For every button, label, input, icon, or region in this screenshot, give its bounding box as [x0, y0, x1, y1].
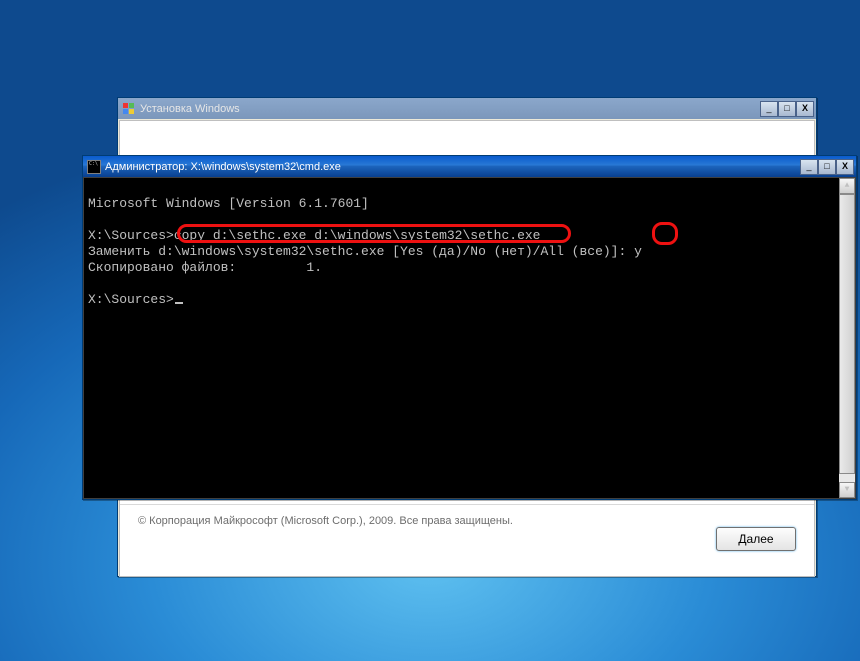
scroll-thumb[interactable]	[839, 194, 855, 474]
minimize-button[interactable]: _	[800, 159, 818, 175]
cmd-replace-question: Заменить d:\windows\system32\sethc.exe […	[88, 244, 634, 259]
close-button[interactable]: X	[796, 101, 814, 117]
cmd-cursor	[175, 302, 183, 304]
cmd-window: Администратор: X:\windows\system32\cmd.e…	[82, 155, 857, 500]
cmd-banner: Microsoft Windows [Version 6.1.7601]	[88, 196, 369, 211]
next-button[interactable]: Далее	[716, 527, 796, 551]
maximize-button[interactable]: □	[778, 101, 796, 117]
installer-bottombar: © Корпорация Майкрософт (Microsoft Corp.…	[120, 504, 814, 576]
minimize-button[interactable]: _	[760, 101, 778, 117]
cmd-replace-answer: y	[634, 244, 642, 259]
console-scrollbar[interactable]: ▲ ▼	[839, 178, 855, 498]
cmd-typed-command: copy d:\sethc.exe d:\windows\system32\se…	[174, 228, 541, 243]
installer-title: Установка Windows	[140, 103, 760, 115]
maximize-button[interactable]: □	[818, 159, 836, 175]
close-button[interactable]: X	[836, 159, 854, 175]
cmd-copied-line: Скопировано файлов: 1.	[88, 260, 322, 275]
copyright-text: © Корпорация Майкрософт (Microsoft Corp.…	[138, 515, 796, 527]
cmd-prompt: X:\Sources>	[88, 228, 174, 243]
cmd-icon	[87, 160, 101, 174]
cmd-prompt: X:\Sources>	[88, 292, 174, 307]
windows-flag-icon	[122, 102, 136, 116]
scroll-up-button[interactable]: ▲	[839, 178, 855, 194]
cmd-titlebar[interactable]: Администратор: X:\windows\system32\cmd.e…	[83, 156, 856, 177]
cmd-title: Администратор: X:\windows\system32\cmd.e…	[105, 161, 800, 173]
scroll-down-button[interactable]: ▼	[839, 482, 855, 498]
cmd-console[interactable]: Microsoft Windows [Version 6.1.7601] X:\…	[83, 177, 856, 499]
installer-titlebar[interactable]: Установка Windows _ □ X	[118, 98, 816, 119]
